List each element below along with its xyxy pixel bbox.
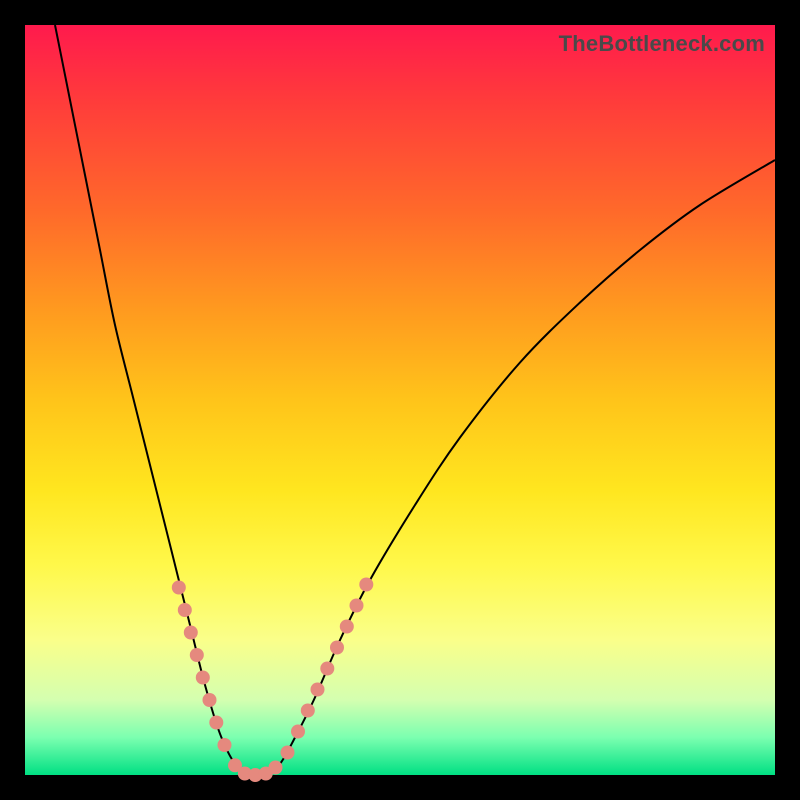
data-dot [291,725,305,739]
plot-svg [25,25,775,775]
data-dot [330,641,344,655]
data-dot [190,648,204,662]
data-dot [172,581,186,595]
chart-area: TheBottleneck.com [25,25,775,775]
data-dot [301,704,315,718]
data-dot [209,716,223,730]
data-dot [311,683,325,697]
data-dot [218,738,232,752]
data-dot [359,578,373,592]
data-dot [340,620,354,634]
data-dots [172,578,373,783]
data-dot [320,662,334,676]
bottleneck-curve [55,25,775,776]
data-dot [269,761,283,775]
data-dot [184,626,198,640]
data-dot [196,671,210,685]
data-dot [178,603,192,617]
data-dot [281,746,295,760]
data-dot [203,693,217,707]
data-dot [350,599,364,613]
